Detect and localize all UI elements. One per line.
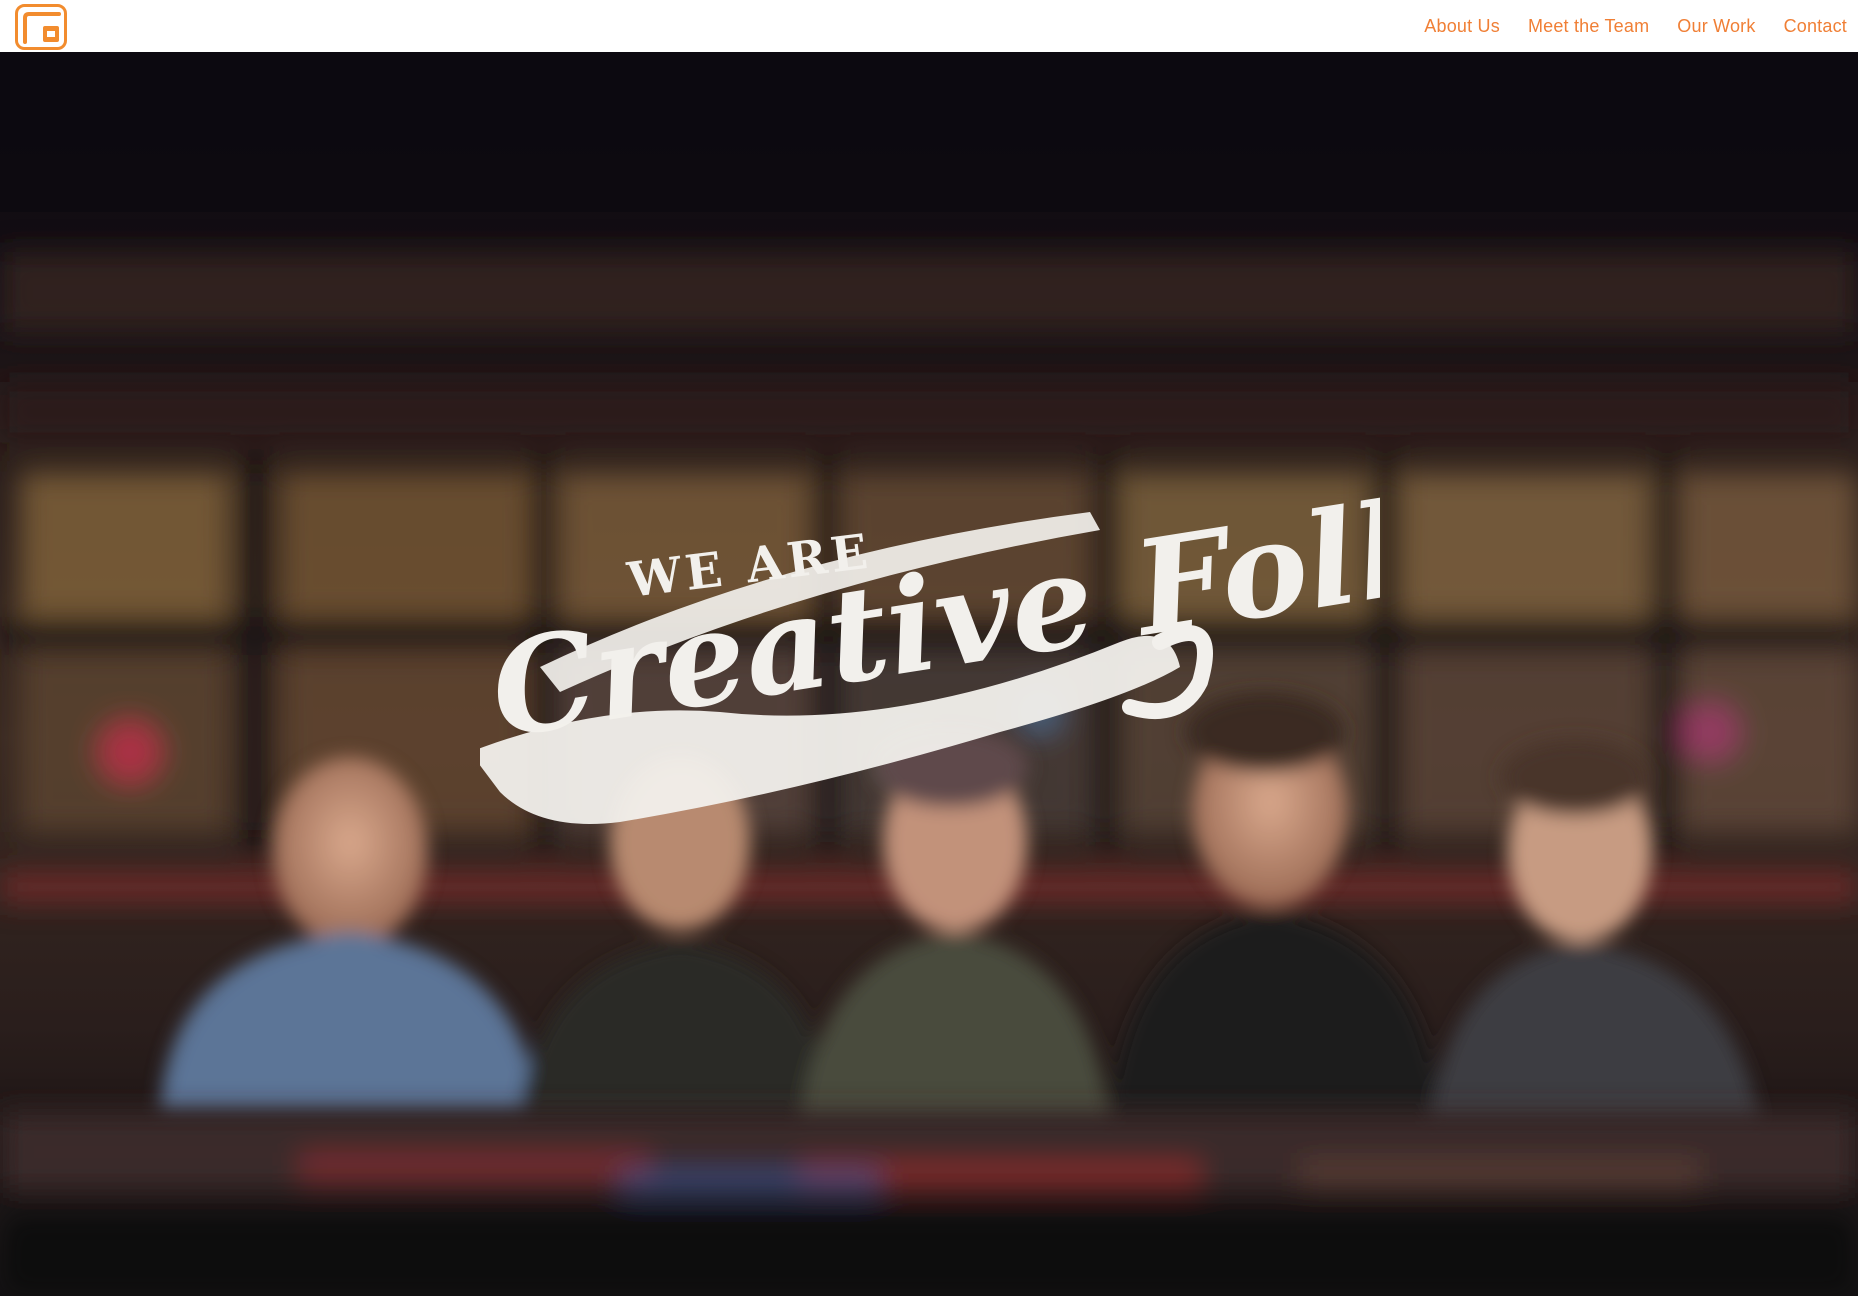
hero-title-lettering: WE ARE Creative Folk	[480, 492, 1380, 824]
logo-icon[interactable]	[15, 4, 67, 50]
nav-our-work[interactable]: Our Work	[1677, 16, 1755, 37]
nav-meet-the-team[interactable]: Meet the Team	[1528, 16, 1649, 37]
page: About Us Meet the Team Our Work Contact	[0, 0, 1858, 1298]
navbar: About Us Meet the Team Our Work Contact	[0, 0, 1858, 52]
hero-section: WE ARE Creative Folk	[0, 52, 1858, 1298]
nav-about-us[interactable]: About Us	[1424, 16, 1500, 37]
main-nav: About Us Meet the Team Our Work Contact	[1424, 0, 1858, 52]
nav-contact[interactable]: Contact	[1784, 16, 1847, 37]
